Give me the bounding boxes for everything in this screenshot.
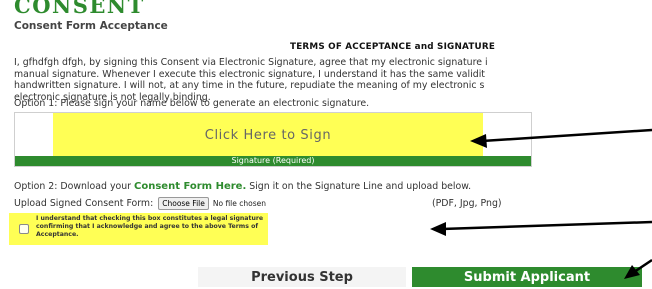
left-pointing-arrow-icon [470, 128, 652, 148]
annotation-arrows [430, 128, 652, 279]
left-pointing-arrow-icon [624, 258, 652, 279]
left-pointing-arrow-icon [430, 220, 652, 236]
